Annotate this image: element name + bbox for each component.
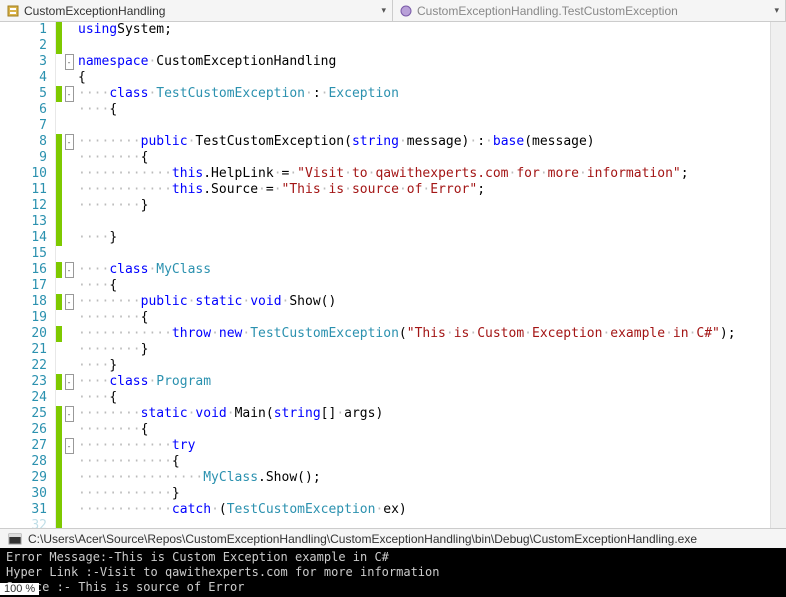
- fold-toggle[interactable]: -: [65, 262, 74, 278]
- line-number-gutter: 1234567891011121314151617181920212223242…: [0, 22, 56, 528]
- code-line[interactable]: ········{: [78, 150, 770, 166]
- console-output[interactable]: Error Message:-This is Custom Exception …: [0, 548, 786, 597]
- code-line[interactable]: ········{: [78, 422, 770, 438]
- code-line[interactable]: [78, 118, 770, 134]
- fold-toggle[interactable]: -: [65, 438, 74, 454]
- line-number: 32: [0, 518, 47, 528]
- code-line[interactable]: ····{: [78, 390, 770, 406]
- line-number: 14: [0, 230, 47, 246]
- code-line[interactable]: ············catch·(TestCustomException·e…: [78, 502, 770, 518]
- line-number: 22: [0, 358, 47, 374]
- line-number: 15: [0, 246, 47, 262]
- code-content[interactable]: usingSystem; namespace·CustomExceptionHan…: [76, 22, 770, 528]
- code-line[interactable]: ····}: [78, 230, 770, 246]
- code-line[interactable]: ············try: [78, 438, 770, 454]
- method-icon: [399, 4, 413, 18]
- line-number: 31: [0, 502, 47, 518]
- navigation-bar: CustomExceptionHandling ▾ CustomExceptio…: [0, 0, 786, 22]
- code-line[interactable]: [78, 246, 770, 262]
- line-number: 24: [0, 390, 47, 406]
- fold-toggle[interactable]: -: [65, 374, 74, 390]
- line-number: 9: [0, 150, 47, 166]
- vertical-scrollbar[interactable]: [770, 22, 786, 528]
- fold-column[interactable]: - - - - - - - -: [62, 22, 76, 528]
- line-number: 20: [0, 326, 47, 342]
- line-number: 30: [0, 486, 47, 502]
- line-number: 1: [0, 22, 47, 38]
- line-number: 8: [0, 134, 47, 150]
- scope-type-label: CustomExceptionHandling: [24, 4, 165, 18]
- line-number: 23: [0, 374, 47, 390]
- code-line[interactable]: ········public·static·void·Show(): [78, 294, 770, 310]
- line-number: 5: [0, 86, 47, 102]
- code-line[interactable]: ····class·TestCustomException·:·Exceptio…: [78, 86, 770, 102]
- fold-toggle[interactable]: -: [65, 294, 74, 310]
- line-number: 21: [0, 342, 47, 358]
- code-line[interactable]: [78, 518, 770, 528]
- code-line[interactable]: ········static·void·Main(string[]·args): [78, 406, 770, 422]
- console-icon: [8, 532, 22, 546]
- code-line[interactable]: ········}: [78, 342, 770, 358]
- fold-toggle[interactable]: -: [65, 86, 74, 102]
- code-editor[interactable]: 1234567891011121314151617181920212223242…: [0, 22, 786, 528]
- code-line[interactable]: [78, 38, 770, 54]
- chevron-down-icon: ▾: [381, 5, 386, 16]
- output-panel: C:\Users\Acer\Source\Repos\CustomExcepti…: [0, 528, 786, 597]
- line-number: 12: [0, 198, 47, 214]
- code-line[interactable]: ····class·MyClass: [78, 262, 770, 278]
- code-line[interactable]: ················MyClass.Show();: [78, 470, 770, 486]
- console-lines: Error Message:-This is Custom Exception …: [6, 550, 780, 595]
- scope-member-label: CustomExceptionHandling.TestCustomExcept…: [417, 4, 678, 18]
- code-line[interactable]: {: [78, 70, 770, 86]
- code-line[interactable]: ····class·Program: [78, 374, 770, 390]
- code-line[interactable]: ····}: [78, 358, 770, 374]
- scope-selector-type[interactable]: CustomExceptionHandling ▾: [0, 0, 393, 21]
- line-number: 6: [0, 102, 47, 118]
- scope-selector-member[interactable]: CustomExceptionHandling.TestCustomExcept…: [393, 0, 786, 21]
- line-number: 11: [0, 182, 47, 198]
- line-number: 27: [0, 438, 47, 454]
- line-number: 17: [0, 278, 47, 294]
- code-line[interactable]: namespace·CustomExceptionHandling: [78, 54, 770, 70]
- code-line[interactable]: usingSystem;: [78, 22, 770, 38]
- code-line[interactable]: ········{: [78, 310, 770, 326]
- code-line[interactable]: ····{: [78, 278, 770, 294]
- fold-toggle[interactable]: -: [65, 406, 74, 422]
- line-number: 25: [0, 406, 47, 422]
- line-number: 26: [0, 422, 47, 438]
- chevron-down-icon: ▾: [774, 5, 779, 16]
- code-line[interactable]: ········}: [78, 198, 770, 214]
- fold-toggle[interactable]: -: [65, 134, 74, 150]
- code-line[interactable]: ····{: [78, 102, 770, 118]
- class-icon: [6, 4, 20, 18]
- line-number: 13: [0, 214, 47, 230]
- console-title-bar[interactable]: C:\Users\Acer\Source\Repos\CustomExcepti…: [0, 528, 786, 548]
- line-number: 4: [0, 70, 47, 86]
- code-line[interactable]: ············this.HelpLink·=·"Visit·to·qa…: [78, 166, 770, 182]
- line-number: 7: [0, 118, 47, 134]
- line-number: 19: [0, 310, 47, 326]
- code-line[interactable]: ············{: [78, 454, 770, 470]
- code-line[interactable]: ············}: [78, 486, 770, 502]
- line-number: 16: [0, 262, 47, 278]
- line-number: 28: [0, 454, 47, 470]
- line-number: 10: [0, 166, 47, 182]
- line-number: 18: [0, 294, 47, 310]
- zoom-level[interactable]: 100 %: [0, 583, 39, 595]
- code-line[interactable]: ············throw·new·TestCustomExceptio…: [78, 326, 770, 342]
- code-line[interactable]: ············this.Source·=·"This·is·sourc…: [78, 182, 770, 198]
- code-line[interactable]: ········public·TestCustomException(strin…: [78, 134, 770, 150]
- console-path: C:\Users\Acer\Source\Repos\CustomExcepti…: [28, 532, 697, 546]
- fold-toggle[interactable]: -: [65, 54, 74, 70]
- line-number: 3: [0, 54, 47, 70]
- code-line[interactable]: [78, 214, 770, 230]
- line-number: 29: [0, 470, 47, 486]
- line-number: 2: [0, 38, 47, 54]
